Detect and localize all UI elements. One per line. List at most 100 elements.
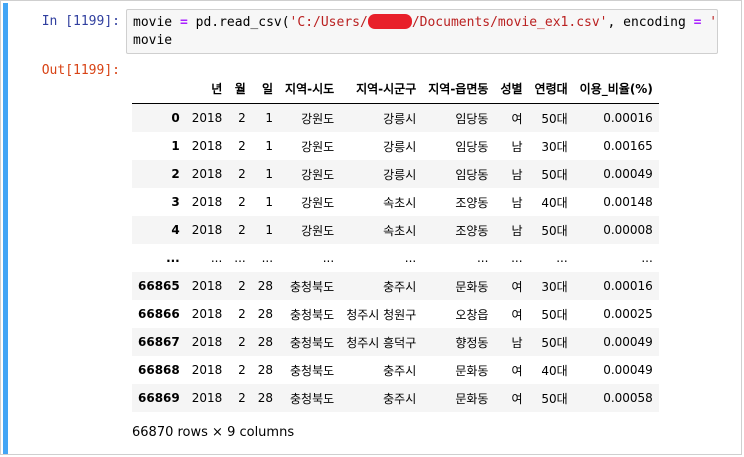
table-cell: 1 (265, 195, 274, 209)
table-cell: 속초시 (383, 195, 417, 210)
redaction-mark (367, 14, 412, 29)
table-cell: 여 (511, 307, 523, 322)
table-cell: 임당동 (455, 167, 489, 182)
table-cell: 2 (238, 335, 246, 349)
table-cell: 강원도 (301, 167, 335, 182)
table-cell: 1 (265, 139, 274, 153)
table-cell: 28 (257, 279, 274, 293)
table-cell: 강원도 (301, 111, 335, 126)
table-cell: 2018 (191, 195, 223, 209)
row-index: 1 (171, 139, 180, 153)
table-cell: 0.00049 (603, 167, 653, 181)
row-index: 3 (171, 195, 180, 209)
table-shape-summary: 66870 rows × 9 columns (132, 425, 295, 440)
row-index: 66866 (138, 307, 180, 321)
table-cell: 임당동 (455, 111, 489, 126)
table-cell: 충주시 (383, 391, 417, 406)
table-cell: 0.00008 (603, 223, 653, 237)
column-header: 일 (251, 74, 280, 104)
table-cell: 여 (511, 391, 523, 406)
code-operator: = (179, 15, 188, 30)
table-cell: ... (210, 251, 223, 265)
row-index: 66868 (138, 363, 180, 377)
column-header: 지역-시군구 (340, 74, 423, 104)
table-cell: 30대 (541, 139, 568, 154)
table-cell: 조양동 (455, 195, 489, 210)
table-header-row: 년 월 일 지역-시도 지역-시군구 지역-읍면동 성별 연령대 이용_비율(%… (132, 74, 659, 104)
table-cell: 1 (265, 223, 274, 237)
table-cell: 30대 (541, 279, 568, 294)
table-cell: 임당동 (455, 139, 489, 154)
table-cell: 50대 (541, 111, 568, 126)
table-cell: 28 (257, 307, 274, 321)
table-cell: 남 (511, 167, 523, 182)
table-cell: 2 (238, 139, 246, 153)
table-cell: 강릉시 (383, 139, 417, 154)
table-cell: 남 (511, 223, 523, 238)
table-cell: 0.00049 (603, 363, 653, 377)
table-row: 1 2018 2 1 강원도 강릉시 임당동 남 30대 0.00165 (132, 132, 659, 160)
table-cell: 2018 (191, 363, 223, 377)
table-cell: 28 (257, 335, 274, 349)
table-cell: 남 (511, 195, 523, 210)
table-cell: 청주시 흥덕구 (346, 335, 417, 350)
table-cell: ... (556, 251, 568, 265)
table-cell: 1 (265, 167, 274, 181)
table-cell: 2018 (191, 111, 223, 125)
table-cell: 여 (511, 279, 523, 294)
table-cell: 남 (511, 139, 523, 154)
row-index: 66867 (138, 335, 180, 349)
table-cell: 50대 (541, 223, 568, 238)
table-cell: 0.00016 (603, 279, 653, 293)
table-cell: 50대 (541, 391, 568, 406)
table-cell: 여 (511, 363, 523, 378)
table-cell: 충청북도 (290, 391, 335, 406)
table-cell: 2018 (191, 167, 223, 181)
table-cell: 강원도 (301, 223, 335, 238)
table-cell: 충청북도 (290, 335, 335, 350)
table-cell: 오창읍 (455, 307, 489, 322)
column-header: 년 (185, 74, 229, 104)
dataframe-table: 년 월 일 지역-시도 지역-시군구 지역-읍면동 성별 연령대 이용_비율(%… (132, 74, 659, 412)
row-index: 66865 (138, 279, 180, 293)
table-row: 66869 2018 2 28 충청북도 충주시 문화동 여 50대 0.00058 (132, 384, 659, 412)
table-cell: 강원도 (301, 195, 335, 210)
table-cell: 2 (238, 195, 246, 209)
row-index: 2 (171, 167, 180, 181)
table-body: 0 2018 2 1 강원도 강릉시 임당동 여 50대 0.00016 1 2018 2 1 강원도 강릉시… (132, 103, 659, 412)
code-editor[interactable]: movie = pd.read_csv('C:/Users/ /Documents… (126, 9, 718, 54)
output-prompt: Out[1199]: (41, 63, 120, 78)
row-index: 66869 (138, 391, 180, 405)
table-cell: 2018 (191, 223, 223, 237)
table-cell: 28 (257, 363, 274, 377)
table-cell: 2018 (191, 279, 223, 293)
code-string: /Documents/movie_ex1.csv' (411, 15, 608, 30)
table-cell: 40대 (541, 363, 568, 378)
table-row: .............................. (132, 244, 659, 272)
table-cell: ... (511, 251, 523, 265)
table-cell: 0.00016 (603, 111, 653, 125)
column-header: 성별 (494, 74, 529, 104)
column-header: 이용_비율(%) (573, 74, 659, 104)
table-cell: 속초시 (383, 223, 417, 238)
column-header: 지역-읍면동 (422, 74, 495, 104)
table-row: 66868 2018 2 28 충청북도 충주시 문화동 여 40대 0.00049 (132, 356, 659, 384)
table-cell: 0.00025 (603, 307, 653, 321)
table-cell: ... (322, 251, 335, 265)
code-token: movie (133, 15, 180, 30)
table-row: 66866 2018 2 28 충청북도 청주시 청원구 오창읍 여 50대 0.00025 (132, 300, 659, 328)
table-cell: 50대 (541, 335, 568, 350)
table-cell: 2018 (191, 335, 223, 349)
table-cell: 문화동 (455, 363, 489, 378)
table-cell: 2 (238, 391, 246, 405)
table-cell: 2 (238, 279, 246, 293)
table-cell: 문화동 (455, 391, 489, 406)
table-cell: 0.00165 (603, 139, 653, 153)
table-cell: 28 (257, 391, 274, 405)
table-cell: ... (476, 251, 489, 265)
table-cell: 1 (265, 111, 274, 125)
code-token: , encoding (607, 15, 694, 30)
code-string: 'cp949' (709, 15, 718, 30)
table-cell: 강원도 (301, 139, 335, 154)
input-prompt: In [1199]: (41, 14, 120, 29)
